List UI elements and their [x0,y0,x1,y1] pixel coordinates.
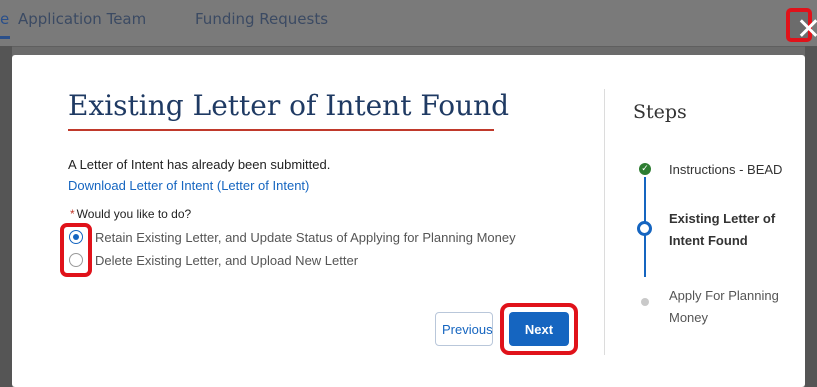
steps-divider [604,89,605,355]
step-instructions-bead: Instructions - BEAD [669,162,783,177]
step-connector-line [644,177,646,222]
background-left-edge [0,46,12,387]
step-existing-letter: Existing Letter of Intent Found [669,211,776,248]
step-apply-planning-money: Apply For Planning Money [669,288,779,325]
retain-letter-radio[interactable] [69,230,83,244]
delete-letter-radio[interactable] [69,253,83,267]
background-right-edge [805,46,817,387]
step-connector-line [644,234,646,277]
close-icon[interactable]: ✕ [786,8,817,47]
background-tab-home: e [0,10,10,28]
current-step-ring-icon [637,221,652,236]
previous-button[interactable]: Previous [435,312,493,346]
background-nav: e Application Team Funding Requests [0,0,817,47]
steps-title: Steps [633,101,687,123]
required-marker: * [70,207,75,221]
background-active-tab-underline [0,36,10,39]
retain-letter-label[interactable]: Retain Existing Letter, and Update Statu… [95,230,516,245]
download-letter-link[interactable]: Download Letter of Intent (Letter of Int… [68,178,309,193]
letter-of-intent-modal: Existing Letter of Intent Found A Letter… [12,55,805,387]
info-text: A Letter of Intent has already been subm… [68,157,331,172]
question-text: Would you like to do? [76,207,192,221]
delete-letter-label[interactable]: Delete Existing Letter, and Upload New L… [95,253,358,268]
background-tab-application-team: Application Team [18,10,147,28]
check-circle-icon: ✓ [639,163,651,175]
question-label: * Would you like to do? [70,207,191,221]
next-button[interactable]: Next [509,312,569,346]
title-underline [68,129,494,131]
modal-title: Existing Letter of Intent Found [68,89,510,122]
background-tab-funding-requests: Funding Requests [195,10,329,28]
upcoming-step-dot-icon [641,298,649,306]
